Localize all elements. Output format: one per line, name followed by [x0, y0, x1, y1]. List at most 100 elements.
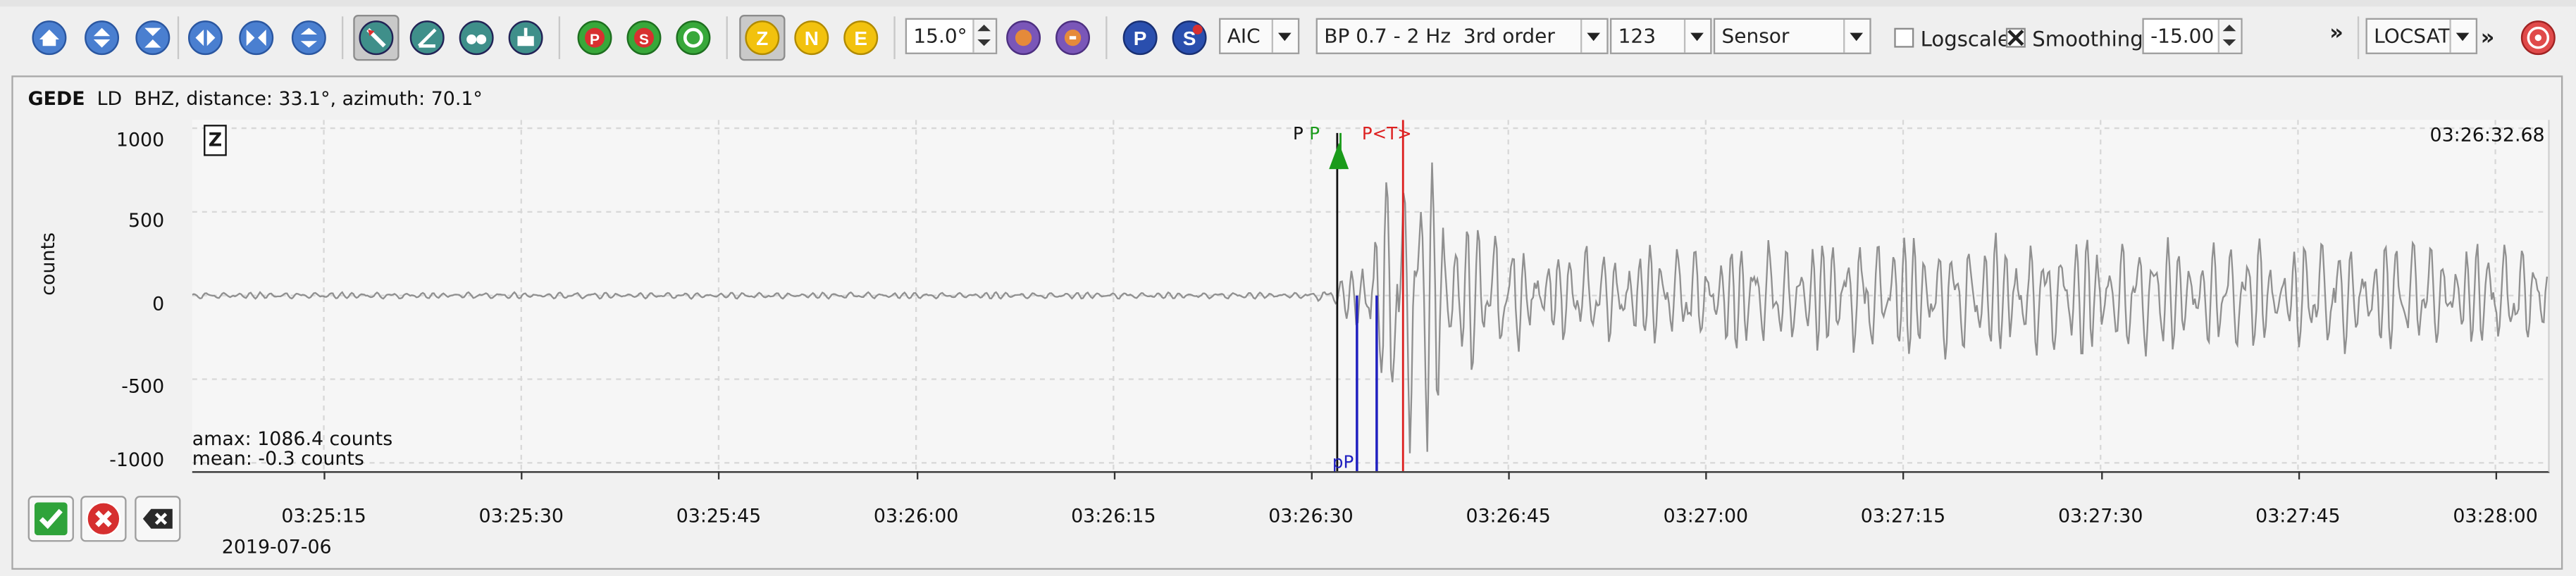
unit-mode-select[interactable]: Sensor	[1713, 18, 1871, 54]
filter-value: BP 0.7 - 2 Hz 3rd order	[1324, 24, 1555, 48]
pick-label-pp: pP	[1332, 453, 1354, 473]
toolbar-separator	[893, 16, 896, 59]
chevron-down-icon[interactable]	[1580, 19, 1606, 53]
filter-select[interactable]: BP 0.7 - 2 Hz 3rd order	[1315, 18, 1609, 54]
logscale-checkbox[interactable]: Logscale	[1894, 23, 2010, 53]
locator-value: LOCSAT	[2374, 24, 2451, 48]
picker-method-select[interactable]: AIC	[1219, 18, 1300, 54]
pick-arrow-icon	[1329, 142, 1349, 170]
cursor-icon[interactable]	[502, 15, 548, 61]
mean-label: mean: -0.3 counts	[192, 446, 364, 470]
binoculars-icon[interactable]	[454, 15, 500, 61]
pick-tool-icon[interactable]	[353, 14, 400, 61]
amax-label: amax: 1086.4 counts	[192, 427, 393, 450]
date-label: 2019-07-06	[221, 535, 332, 558]
reject-button[interactable]	[80, 496, 127, 542]
x-tick-label: 03:27:15	[1860, 503, 1946, 527]
smoothing-offset-spinbox[interactable]: -15.00	[2142, 18, 2243, 54]
zoom-reset-icon[interactable]	[286, 15, 332, 61]
zoom-out-vertical-icon[interactable]	[130, 15, 175, 61]
toolbar-overflow-chevron[interactable]: »	[2329, 21, 2343, 46]
component-n-button[interactable]: N	[788, 15, 834, 61]
theoretical-icon[interactable]	[670, 15, 716, 61]
compass-right-icon[interactable]	[1050, 15, 1096, 61]
x-tick-mark	[1113, 471, 1115, 480]
spinner-arrows[interactable]	[2217, 19, 2241, 53]
waveform-trace	[192, 162, 2549, 453]
locate-icon[interactable]	[2515, 15, 2561, 61]
x-tick-mark	[521, 471, 524, 480]
pick-p-button[interactable]: P	[1117, 15, 1163, 61]
x-tick-mark	[2100, 471, 2103, 480]
smoothing-box[interactable]	[2005, 27, 2026, 48]
pick-label-p-manual: P	[1292, 125, 1304, 145]
pick-label-p-theoretical: P<T>	[1361, 125, 1412, 145]
pick-s-button[interactable]: S	[1166, 15, 1212, 61]
x-tick-label: 03:27:00	[1663, 503, 1749, 527]
x-tick-label: 03:25:30	[478, 503, 564, 527]
accept-button[interactable]	[27, 496, 74, 542]
smoothing-label: Smoothing	[2032, 25, 2143, 51]
x-tick-mark	[718, 471, 721, 480]
y-tick-label: 1000	[116, 127, 165, 151]
chevron-down-icon[interactable]	[1271, 19, 1298, 53]
compass-left-icon[interactable]	[1001, 15, 1046, 61]
zoom-in-vertical-icon[interactable]	[79, 15, 125, 61]
seismogram-plot[interactable]	[192, 120, 2550, 473]
x-tick-mark	[1311, 471, 1313, 480]
home-icon[interactable]	[26, 15, 72, 61]
x-tick-label: 03:27:30	[2057, 503, 2143, 527]
pick-s-label: S	[1183, 27, 1196, 49]
x-tick-mark	[1508, 471, 1510, 480]
toolbar-separator	[2357, 16, 2360, 59]
toolbar-separator	[1106, 16, 1108, 59]
y-tick-label: -1000	[109, 448, 165, 472]
x-tick-label: 03:27:45	[2255, 503, 2341, 527]
s-phase-icon[interactable]: S	[621, 15, 667, 61]
logscale-box[interactable]	[1894, 27, 1914, 48]
clear-icon	[142, 508, 173, 529]
component-n-label: N	[805, 27, 819, 49]
locator-select[interactable]: LOCSAT	[2365, 18, 2478, 54]
component-e-button[interactable]: E	[838, 15, 884, 61]
component-z-label: Z	[756, 27, 768, 49]
zoom-out-horizontal-icon[interactable]	[233, 15, 279, 61]
toolbar-separator	[341, 16, 344, 59]
chevron-down-icon[interactable]	[1843, 19, 1869, 53]
rotation-angle-spinbox[interactable]: 15.0°	[905, 18, 998, 54]
pick-label-p-auto: P	[1309, 125, 1320, 145]
trace-panel: GEDE LD BHZ, distance: 33.1°, azimuth: 7…	[11, 75, 2563, 570]
x-tick-label: 03:25:45	[676, 503, 762, 527]
picker-window: P S Z N E 15.0° P S AIC BP 0.7 - 2 Hz 3r…	[0, 0, 2576, 576]
spinner-arrows[interactable]	[972, 19, 996, 53]
trace-title: GEDE LD BHZ, distance: 33.1°, azimuth: 7…	[28, 87, 483, 111]
clear-button[interactable]	[135, 496, 181, 542]
component-badge: Z	[204, 125, 227, 156]
network-channel: LD BHZ,	[97, 87, 180, 111]
x-tick-mark	[916, 471, 918, 480]
accept-icon	[34, 502, 68, 536]
x-tick-mark	[323, 471, 326, 480]
x-tick-label: 03:26:30	[1268, 503, 1354, 527]
chevron-down-icon[interactable]	[2449, 19, 2475, 53]
trace-stats: amax: 1086.4 counts mean: -0.3 counts	[192, 429, 392, 468]
angle-icon[interactable]	[404, 15, 450, 61]
y-axis-label: counts	[36, 232, 59, 296]
component-z-button[interactable]: Z	[739, 14, 786, 61]
toolbar-end-chevron[interactable]: »	[2481, 26, 2495, 51]
x-tick-label: 03:26:00	[873, 503, 959, 527]
seismogram-svg[interactable]	[192, 120, 2549, 472]
svg-text:S: S	[639, 32, 649, 48]
reject-icon	[86, 501, 121, 537]
p-phase-icon[interactable]: P	[571, 15, 617, 61]
toolbar-separator	[726, 16, 728, 59]
zoom-in-horizontal-icon[interactable]	[182, 15, 228, 61]
y-tick-label: -500	[121, 374, 165, 398]
chevron-down-icon[interactable]	[1683, 19, 1710, 53]
smoothing-checkbox[interactable]: Smoothing	[2005, 23, 2143, 53]
rotation-select[interactable]: 123	[1609, 18, 1712, 54]
x-tick-mark	[1903, 471, 1905, 480]
component-e-label: E	[854, 27, 867, 49]
svg-text:P: P	[590, 32, 600, 48]
distance-label: distance: 33.1°,	[186, 87, 337, 111]
